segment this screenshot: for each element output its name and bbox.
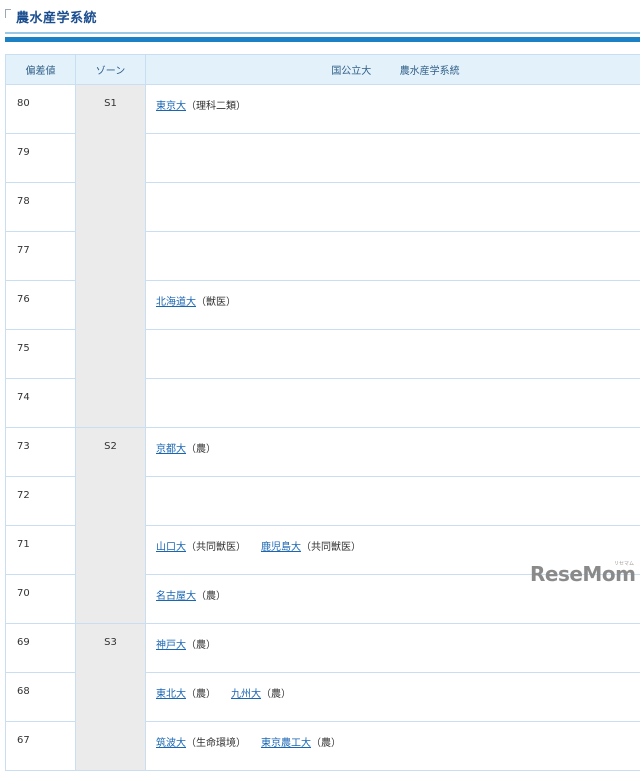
faculty-note: （共同獣医）	[301, 542, 361, 553]
score-table: 偏差値 ゾーン 国公立大 農水産学系統 80S1東京大（理科二類）7978777…	[5, 54, 640, 771]
university-cell	[146, 477, 640, 526]
faculty-note: （農）	[186, 444, 216, 455]
score-cell: 77	[6, 232, 76, 281]
header-type: 国公立大	[331, 62, 371, 77]
score-cell: 78	[6, 183, 76, 232]
university-link[interactable]: 京都大	[156, 444, 186, 455]
header-university: 国公立大 農水産学系統	[146, 55, 640, 85]
faculty-note: （農）	[186, 689, 216, 700]
table-row: 73S2京都大（農）	[6, 428, 640, 477]
university-entry: 鹿児島大（共同獣医）	[261, 538, 361, 553]
faculty-note: （生命環境）	[186, 738, 246, 749]
faculty-note: （理科二類）	[186, 101, 246, 112]
university-link[interactable]: 東北大	[156, 689, 186, 700]
score-cell: 73	[6, 428, 76, 477]
university-cell	[146, 379, 640, 428]
table-row: 69S3神戸大（農）	[6, 624, 640, 673]
page-title: 農水産学系統	[16, 7, 97, 26]
score-cell: 74	[6, 379, 76, 428]
header-field: 農水産学系統	[400, 62, 460, 77]
university-link[interactable]: 神戸大	[156, 640, 186, 651]
header-zone: ゾーン	[76, 55, 146, 85]
university-entry: 名古屋大（農）	[156, 587, 226, 602]
university-entry: 北海道大（獣医）	[156, 293, 236, 308]
page-header: 農水産学系統	[0, 0, 640, 46]
university-entry: 筑波大（生命環境）	[156, 734, 246, 749]
university-cell	[146, 134, 640, 183]
zone-cell: S1	[76, 85, 146, 428]
university-cell: 神戸大（農）	[146, 624, 640, 673]
university-link[interactable]: 名古屋大	[156, 591, 196, 602]
resemom-logo: リセマム ReseMom	[530, 560, 640, 596]
university-cell: 東京大（理科二類）	[146, 85, 640, 134]
watermark-text: ReseMom	[530, 562, 635, 586]
score-cell: 69	[6, 624, 76, 673]
score-cell: 70	[6, 575, 76, 624]
university-entry: 東京農工大（農）	[261, 734, 341, 749]
header-score: 偏差値	[6, 55, 76, 85]
university-link[interactable]: 東京大	[156, 101, 186, 112]
university-link[interactable]: 山口大	[156, 542, 186, 553]
university-cell: 東北大（農）九州大（農）	[146, 673, 640, 722]
university-cell	[146, 183, 640, 232]
score-cell: 68	[6, 673, 76, 722]
faculty-note: （獣医）	[196, 297, 236, 308]
university-entry: 九州大（農）	[231, 685, 291, 700]
score-cell: 71	[6, 526, 76, 575]
university-entry: 東京大（理科二類）	[156, 97, 246, 112]
faculty-note: （農）	[311, 738, 341, 749]
title-bracket-icon	[5, 9, 11, 18]
score-cell: 76	[6, 281, 76, 330]
score-cell: 79	[6, 134, 76, 183]
university-link[interactable]: 筑波大	[156, 738, 186, 749]
table-header-row: 偏差値 ゾーン 国公立大 農水産学系統	[6, 55, 640, 85]
faculty-note: （農）	[196, 591, 226, 602]
zone-cell: S3	[76, 624, 146, 771]
score-cell: 75	[6, 330, 76, 379]
university-entry: 神戸大（農）	[156, 636, 216, 651]
university-entry: 山口大（共同獣医）	[156, 538, 246, 553]
score-cell: 80	[6, 85, 76, 134]
university-entry: 京都大（農）	[156, 440, 216, 455]
university-cell: 北海道大（獣医）	[146, 281, 640, 330]
score-cell: 72	[6, 477, 76, 526]
university-cell	[146, 330, 640, 379]
university-link[interactable]: 九州大	[231, 689, 261, 700]
table-row: 80S1東京大（理科二類）	[6, 85, 640, 134]
university-cell	[146, 232, 640, 281]
score-cell: 67	[6, 722, 76, 771]
university-link[interactable]: 東京農工大	[261, 738, 311, 749]
faculty-note: （共同獣医）	[186, 542, 246, 553]
faculty-note: （農）	[186, 640, 216, 651]
zone-cell: S2	[76, 428, 146, 624]
table-body: 80S1東京大（理科二類）79787776北海道大（獣医）757473S2京都大…	[6, 85, 640, 771]
university-link[interactable]: 鹿児島大	[261, 542, 301, 553]
university-cell: 筑波大（生命環境） 東京農工大（農）	[146, 722, 640, 771]
university-entry: 東北大（農）	[156, 685, 216, 700]
header-divider-thin	[5, 32, 640, 34]
university-link[interactable]: 北海道大	[156, 297, 196, 308]
faculty-note: （農）	[261, 689, 291, 700]
header-divider-thick	[5, 37, 640, 42]
university-cell: 京都大（農）	[146, 428, 640, 477]
